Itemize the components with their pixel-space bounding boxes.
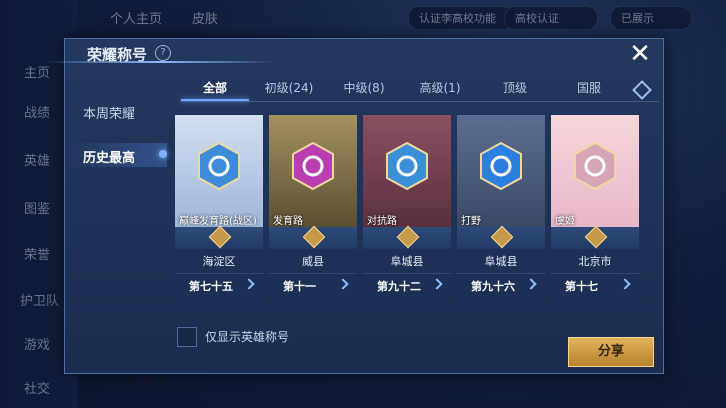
card-art: 对抗路 — [363, 115, 451, 227]
card-region: 北京市 — [578, 255, 612, 268]
title-card[interactable]: 发育路威县第十一 — [269, 115, 357, 301]
tab-national[interactable]: 国服 — [549, 77, 629, 99]
share-button[interactable]: 分享 — [568, 337, 654, 367]
card-rank: 第九十二 — [377, 280, 421, 293]
card-rank-row[interactable]: 第十一 — [269, 273, 357, 298]
chevron-right-icon — [525, 278, 537, 290]
tab-all[interactable]: 全部 — [181, 77, 249, 99]
chevron-right-icon — [243, 278, 255, 290]
hero-title-only-checkbox[interactable] — [177, 327, 197, 347]
sword-emblem-icon — [386, 141, 428, 191]
card-title-name: 发育路 — [273, 216, 303, 227]
card-rank-row[interactable]: 第七十五 — [175, 273, 263, 298]
title-card[interactable]: 虞姬北京市第十七 — [551, 115, 639, 301]
card-region: 阜城县 — [390, 255, 424, 268]
left-tab-weekly[interactable]: 本周荣耀 — [83, 103, 173, 122]
title-card-list: 巅峰发育路(战区) 海淀区 第七十五 发育路 威县 第十一 对抗路 阜城县 第九十二 打野 阜城县第… — [175, 115, 663, 301]
card-art: 发育路 — [269, 115, 357, 227]
category-tabs: 全部 初级(24) 中级(8) 高级(1) 顶级 国服 — [181, 77, 659, 99]
card-title-name: 虞姬 — [555, 216, 575, 227]
close-icon[interactable]: ✕ — [627, 41, 653, 67]
card-title-name: 巅峰发育路(战区) — [179, 216, 257, 227]
card-title-name: 打野 — [461, 216, 481, 227]
help-icon[interactable]: ? — [155, 45, 171, 61]
tab-senior[interactable]: 高级(1) — [399, 77, 481, 99]
left-tab-history-best[interactable]: 历史最高 — [83, 147, 173, 166]
s-emblem-icon — [292, 141, 334, 191]
card-art: 虞姬 — [551, 115, 639, 227]
dragon-emblem-icon — [480, 141, 522, 191]
card-region: 海淀区 — [202, 255, 236, 268]
card-rank-row[interactable]: 第十七 — [551, 273, 639, 298]
chevron-right-icon — [619, 278, 631, 290]
tabs-divider — [181, 101, 659, 102]
card-art: 巅峰发育路(战区) — [175, 115, 263, 227]
hero-title-only-label: 仅显示英雄称号 — [205, 330, 290, 344]
card-rank: 第十七 — [565, 280, 598, 293]
chevron-right-icon — [337, 278, 349, 290]
honor-title-modal: 荣耀称号 ? ✕ 本周荣耀 历史最高 全部 初级(24) 中级(8) 高级(1)… — [45, 38, 664, 374]
card-region: 阜城县 — [484, 255, 518, 268]
card-rank-row[interactable]: 第九十六 — [457, 273, 545, 298]
tab-junior[interactable]: 初级(24) — [249, 77, 329, 99]
card-rank-row[interactable]: 第九十二 — [363, 273, 451, 298]
card-region: 威县 — [302, 255, 324, 268]
card-rank: 第九十六 — [471, 280, 515, 293]
title-card[interactable]: 对抗路阜城县第九十二 — [363, 115, 451, 301]
s-emblem-icon — [198, 141, 240, 191]
card-title-name: 对抗路 — [367, 216, 397, 227]
tab-top[interactable]: 顶级 — [481, 77, 549, 99]
card-art: 打野 — [457, 115, 545, 227]
title-card[interactable]: 打野阜城县第九十六 — [457, 115, 545, 301]
chevron-right-icon — [431, 278, 443, 290]
hero-portrait — [574, 141, 616, 191]
title-divider — [45, 61, 275, 63]
card-rank: 第七十五 — [189, 280, 233, 293]
card-rank: 第十一 — [283, 280, 316, 293]
title-card[interactable]: 巅峰发育路(战区) 海淀区第七十五 — [175, 115, 263, 301]
tab-middle[interactable]: 中级(8) — [329, 77, 399, 99]
